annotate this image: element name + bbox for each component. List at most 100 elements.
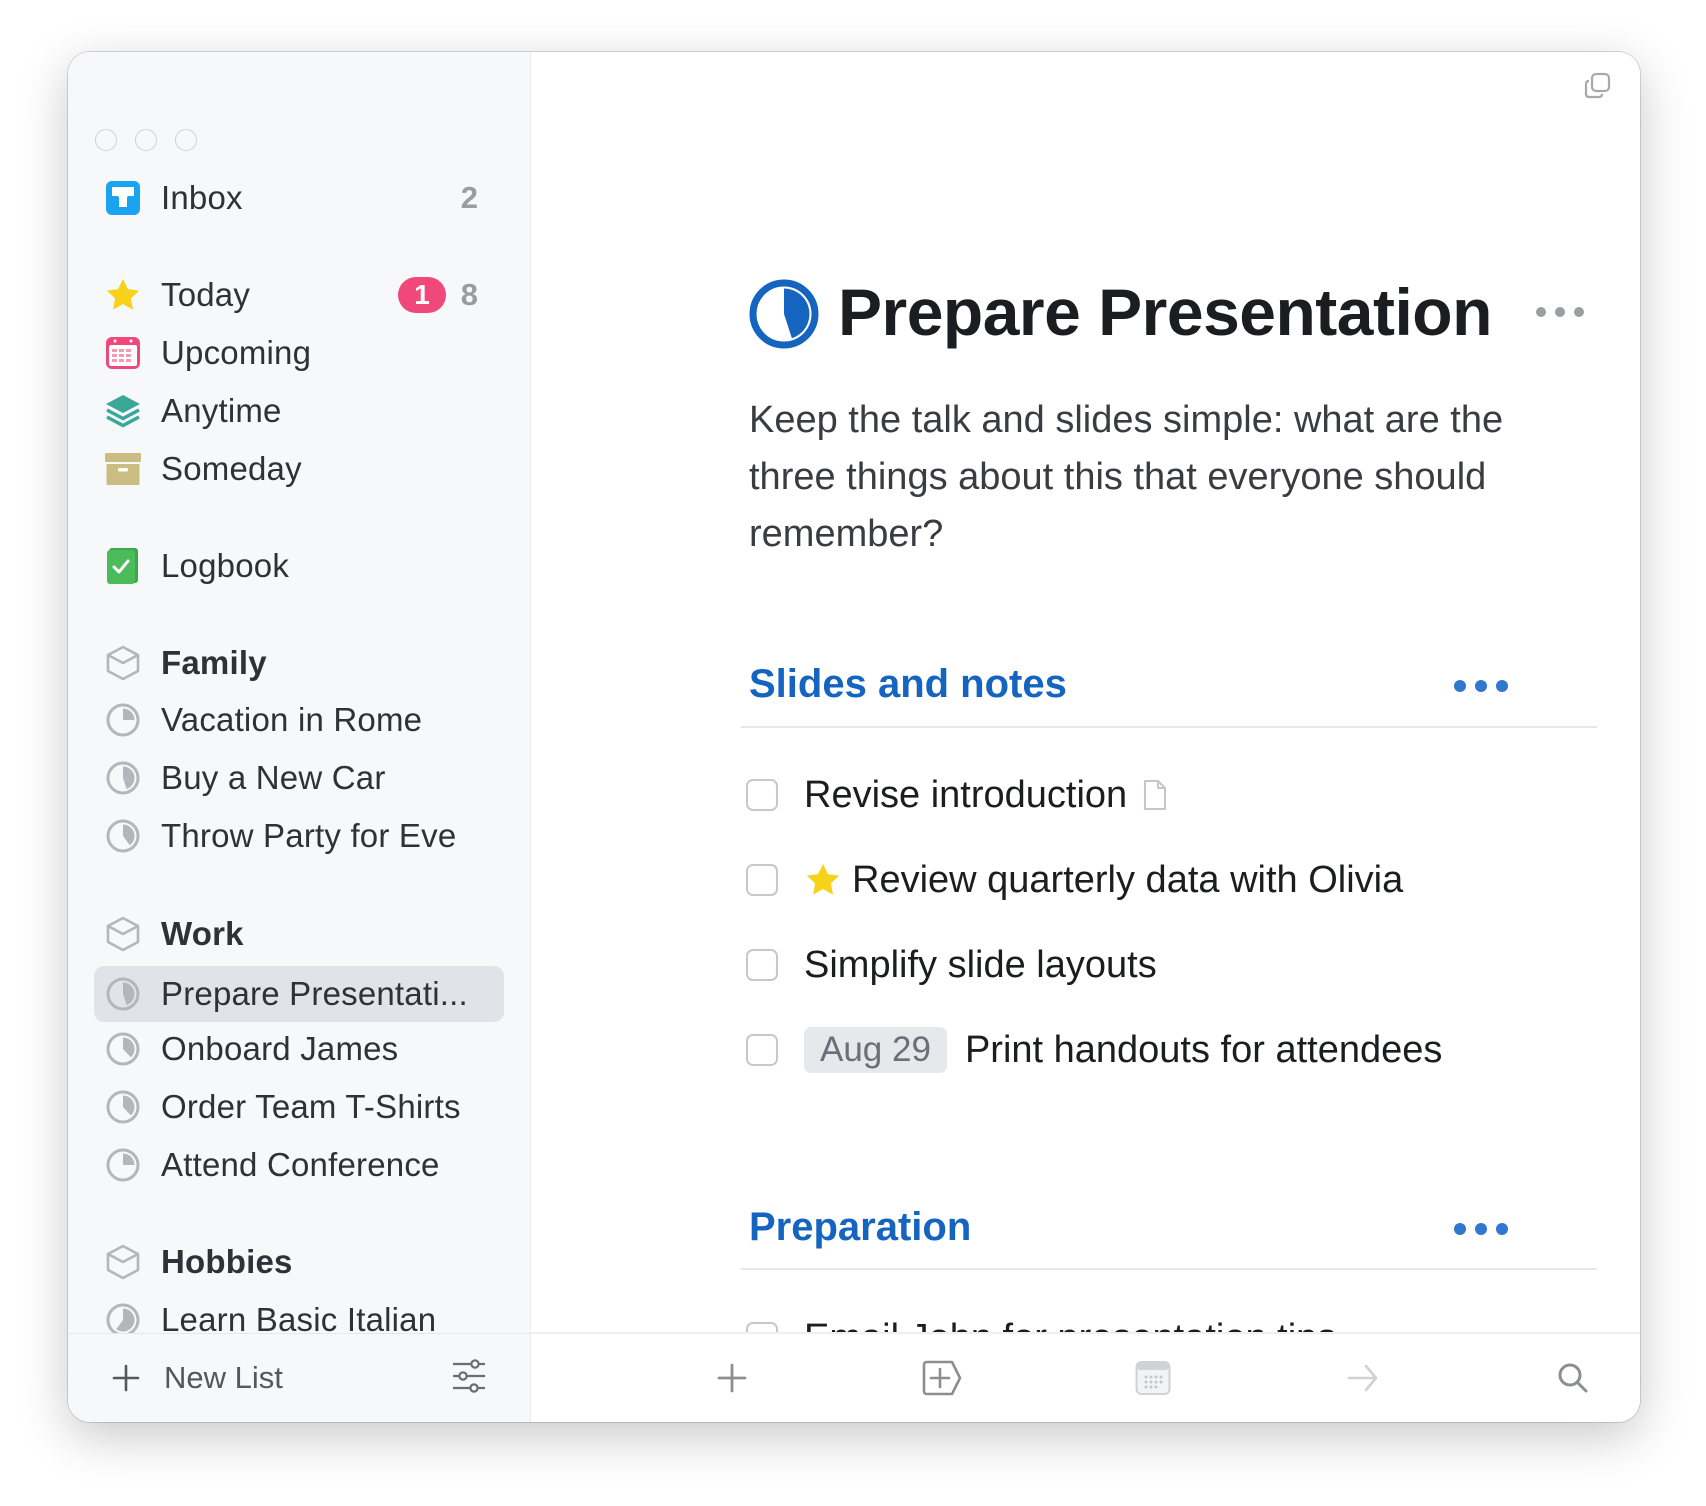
sidebar-item-label: Onboard James (161, 1030, 399, 1067)
area-box-icon (104, 915, 142, 953)
sliders-icon (452, 1358, 486, 1394)
sidebar-item-label: Prepare Presentati... (161, 975, 468, 1012)
deadline-date-tag: Aug 29 (804, 1027, 947, 1073)
task-row[interactable]: Aug 29 Print handouts for attendees (746, 1020, 1442, 1080)
project-more-button[interactable] (1536, 307, 1584, 317)
sidebar-area-hobbies[interactable]: Hobbies (94, 1236, 504, 1288)
sidebar-item-label: Order Team T-Shirts (161, 1088, 461, 1125)
plus-icon (112, 1364, 140, 1392)
zoom-window-button[interactable] (175, 129, 197, 151)
new-heading-button[interactable] (922, 1358, 964, 1398)
sidebar-item-label: Hobbies (161, 1243, 293, 1280)
section-more-button[interactable] (1454, 1223, 1508, 1235)
task-checkbox[interactable] (746, 779, 778, 811)
sidebar-item-someday[interactable]: Someday (94, 443, 504, 495)
new-window-button[interactable] (1584, 72, 1612, 105)
sidebar-item-label: Today (161, 276, 251, 313)
sidebar-item-label: Anytime (161, 392, 282, 429)
sidebar-item-label: Logbook (161, 547, 290, 584)
sidebar-project-buy-a-new-car[interactable]: Buy a New Car (94, 752, 504, 804)
project-progress-icon[interactable] (749, 279, 823, 353)
close-window-button[interactable] (95, 129, 117, 151)
task-row[interactable]: Review quarterly data with Olivia (746, 850, 1403, 910)
move-button[interactable] (1343, 1358, 1383, 1398)
more-dots-icon (1536, 307, 1584, 317)
copy-windows-icon (1584, 72, 1612, 100)
project-progress-icon (104, 1030, 142, 1068)
sidebar-item-today[interactable]: Today 1 8 (94, 269, 504, 321)
project-progress-icon (104, 1088, 142, 1126)
when-button[interactable] (1133, 1358, 1173, 1398)
project-progress-icon (104, 817, 142, 855)
project-progress-icon (104, 1146, 142, 1184)
section-heading-preparation[interactable]: Preparation (749, 1205, 971, 1250)
task-checkbox[interactable] (746, 1034, 778, 1066)
section-heading-slides-and-notes[interactable]: Slides and notes (749, 662, 1067, 707)
project-progress-icon (104, 975, 142, 1013)
task-title: Simplify slide layouts (804, 943, 1157, 986)
task-row[interactable]: Simplify slide layouts (746, 935, 1157, 995)
settings-filter-button[interactable] (452, 1358, 486, 1399)
section-divider (741, 726, 1597, 728)
new-list-label: New List (164, 1360, 283, 1395)
sidebar-area-work[interactable]: Work (94, 908, 504, 960)
sidebar-area-family[interactable]: Family (94, 637, 504, 689)
archive-box-icon (104, 450, 142, 488)
project-notes[interactable]: Keep the talk and slides simple: what ar… (749, 392, 1569, 563)
project-title[interactable]: Prepare Presentation (838, 274, 1492, 350)
main-content: Prepare Presentation Keep the talk and s… (531, 52, 1640, 1422)
project-progress-icon (104, 759, 142, 797)
sidebar: Inbox 2 Today 1 8 Upcoming Anytime Somed… (68, 52, 531, 1422)
sidebar-item-label: Vacation in Rome (161, 701, 423, 738)
task-checkbox[interactable] (746, 949, 778, 981)
sidebar-project-throw-party-for-eve[interactable]: Throw Party for Eve (94, 810, 504, 862)
sidebar-item-anytime[interactable]: Anytime (94, 385, 504, 437)
task-title: Review quarterly data with Olivia (852, 858, 1404, 901)
area-box-icon (104, 1243, 142, 1281)
inbox-count: 2 (460, 180, 478, 215)
minimize-window-button[interactable] (135, 129, 157, 151)
star-icon (804, 861, 842, 899)
sidebar-item-logbook[interactable]: Logbook (94, 540, 504, 592)
sidebar-project-onboard-james[interactable]: Onboard James (94, 1023, 504, 1075)
new-list-button[interactable]: New List (112, 1354, 283, 1402)
today-due-badge: 1 (398, 277, 446, 313)
add-heading-icon (922, 1360, 964, 1396)
logbook-icon (104, 547, 142, 585)
section-divider (741, 1268, 1597, 1270)
project-progress-icon (104, 701, 142, 739)
task-title: Revise introduction (804, 773, 1128, 816)
task-row[interactable]: Revise introduction (746, 765, 1167, 825)
section-more-button[interactable] (1454, 680, 1508, 692)
sidebar-item-upcoming[interactable]: Upcoming (94, 327, 504, 379)
layers-icon (104, 392, 142, 430)
new-todo-button[interactable] (712, 1358, 752, 1398)
sidebar-item-label: Buy a New Car (161, 759, 386, 796)
sidebar-project-vacation-in-rome[interactable]: Vacation in Rome (94, 694, 504, 746)
sidebar-item-label: Someday (161, 450, 302, 487)
calendar-icon (1135, 1360, 1171, 1396)
sidebar-project-order-team-t-shirts[interactable]: Order Team T-Shirts (94, 1081, 504, 1133)
note-document-icon (1143, 779, 1167, 811)
sidebar-item-label: Throw Party for Eve (161, 817, 457, 854)
sidebar-item-label: Family (161, 644, 267, 681)
today-count: 8 (460, 277, 478, 312)
sidebar-project-prepare-presentation[interactable]: Prepare Presentati... (94, 966, 504, 1022)
area-box-icon (104, 644, 142, 682)
task-title: Print handouts for attendees (964, 1028, 1443, 1071)
plus-icon (717, 1363, 747, 1393)
task-checkbox[interactable] (746, 864, 778, 896)
sidebar-item-label: Work (161, 915, 244, 952)
sidebar-item-label: Attend Conference (161, 1146, 440, 1183)
bottom-toolbar (531, 1332, 1640, 1422)
quick-find-button[interactable] (1553, 1358, 1593, 1398)
sidebar-item-label: Inbox (161, 179, 243, 216)
star-icon (104, 276, 142, 314)
inbox-icon (104, 179, 142, 217)
calendar-icon (104, 334, 142, 372)
search-icon (1557, 1362, 1589, 1394)
sidebar-item-label: Upcoming (161, 334, 312, 371)
app-window: Inbox 2 Today 1 8 Upcoming Anytime Somed… (68, 52, 1640, 1422)
sidebar-project-attend-conference[interactable]: Attend Conference (94, 1139, 504, 1191)
sidebar-item-inbox[interactable]: Inbox 2 (94, 172, 504, 224)
